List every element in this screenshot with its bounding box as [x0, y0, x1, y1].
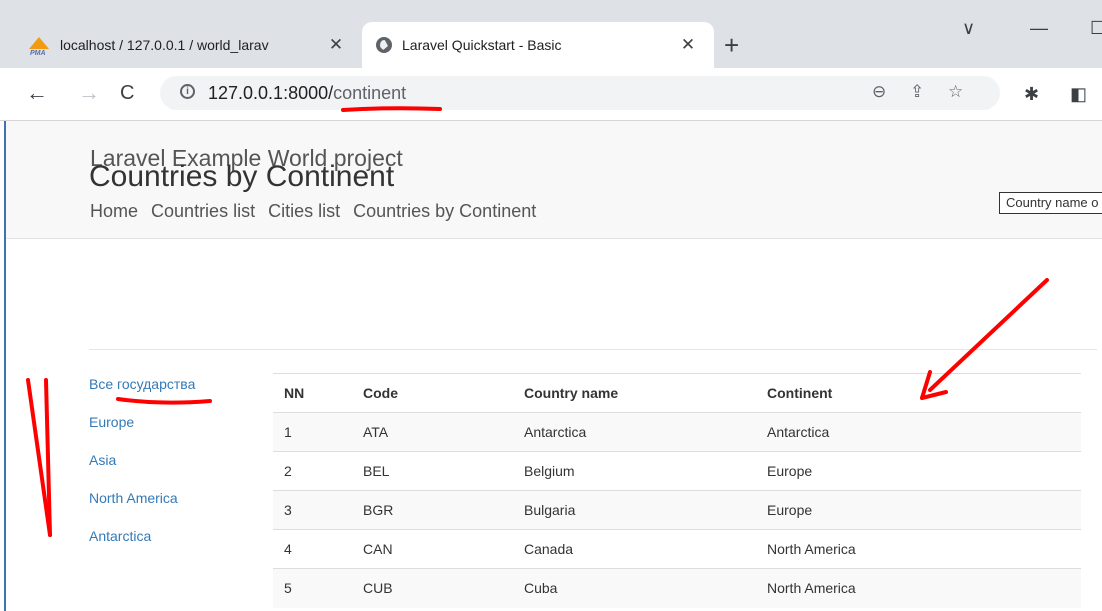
info-icon[interactable]: i [180, 84, 195, 99]
cell-code: CAN [352, 529, 513, 569]
tab-title: Laravel Quickstart - Basic [402, 37, 562, 53]
cell-continent: Europe [756, 451, 1081, 491]
continent-filter-list: Все государства Europe Asia North Americ… [89, 376, 195, 566]
cell-country: Antarctica [513, 412, 756, 452]
cell-country: Bulgaria [513, 490, 756, 530]
continent-link-north-america[interactable]: North America [89, 490, 195, 528]
globe-icon [376, 37, 392, 53]
table-row: 4 CAN Canada North America [273, 529, 1081, 569]
divider [89, 349, 1097, 350]
column-header: Country name [513, 373, 756, 413]
share-icon[interactable]: ⇪ [910, 82, 924, 102]
cell-nn: 3 [273, 490, 352, 530]
zoom-icon[interactable]: ⊖ [872, 82, 886, 102]
reload-button[interactable]: C [120, 78, 134, 108]
cell-continent: Antarctica [756, 412, 1081, 452]
page-content: Laravel Example World project Home Count… [0, 121, 1102, 611]
browser-toolbar: ← → C i 127.0.0.1:8000/continent ⊖ ⇪ ☆ ✱… [0, 68, 1102, 121]
nav-home[interactable]: Home [90, 201, 138, 221]
cell-nn: 5 [273, 568, 352, 608]
tab-laravel-quickstart[interactable]: Laravel Quickstart - Basic ✕ [362, 22, 714, 68]
continent-link-europe[interactable]: Europe [89, 414, 195, 452]
cell-continent: Europe [756, 490, 1081, 530]
tab-search-icon[interactable]: ∨ [962, 18, 975, 39]
close-icon[interactable]: ✕ [324, 35, 348, 55]
nav-countries-by-continent[interactable]: Countries by Continent [353, 201, 536, 221]
phpmyadmin-icon: PMA [28, 36, 50, 57]
minimize-button[interactable]: — [1030, 18, 1048, 39]
extensions-icon[interactable]: ✱ [1024, 84, 1039, 105]
close-icon[interactable]: ✕ [676, 35, 700, 55]
bookmark-star-icon[interactable]: ☆ [948, 82, 963, 102]
tab-strip: PMA localhost / 127.0.0.1 / world_larav … [0, 0, 1102, 68]
page-title: Countries by Continent [89, 160, 395, 193]
site-nav: Home Countries list Cities list Countrie… [90, 201, 544, 222]
countries-table: NN Code Country name Continent 1 ATA Ant… [273, 373, 1081, 608]
continent-link-antarctica[interactable]: Antarctica [89, 528, 195, 566]
url-text[interactable]: 127.0.0.1:8000/continent [208, 83, 406, 104]
nav-cities-list[interactable]: Cities list [268, 201, 340, 221]
cell-country: Cuba [513, 568, 756, 608]
cell-country: Belgium [513, 451, 756, 491]
cell-nn: 4 [273, 529, 352, 569]
table-row: 5 CUB Cuba North America [273, 568, 1081, 608]
table-row: 2 BEL Belgium Europe [273, 451, 1081, 491]
window-frame-edge [4, 121, 6, 611]
country-search-input[interactable]: Country name o [999, 192, 1102, 214]
table-row: 3 BGR Bulgaria Europe [273, 490, 1081, 530]
cell-nn: 1 [273, 412, 352, 452]
url-path: continent [333, 83, 407, 103]
column-header: Code [352, 373, 513, 413]
continent-link-all[interactable]: Все государства [89, 376, 195, 414]
cell-code: CUB [352, 568, 513, 608]
continent-link-asia[interactable]: Asia [89, 452, 195, 490]
forward-button[interactable]: → [78, 78, 100, 108]
cell-code: ATA [352, 412, 513, 452]
cell-code: BEL [352, 451, 513, 491]
column-header: Continent [756, 373, 1081, 413]
tab-title: localhost / 127.0.0.1 / world_larav [60, 37, 269, 53]
address-bar[interactable]: i 127.0.0.1:8000/continent ⊖ ⇪ ☆ [160, 76, 1000, 110]
cell-code: BGR [352, 490, 513, 530]
cell-continent: North America [756, 529, 1081, 569]
cell-country: Canada [513, 529, 756, 569]
url-host: 127.0.0.1:8000/ [208, 83, 334, 103]
cell-nn: 2 [273, 451, 352, 491]
column-header: NN [273, 373, 352, 413]
cell-continent: North America [756, 568, 1081, 608]
table-header-row: NN Code Country name Continent [273, 373, 1081, 413]
table-row: 1 ATA Antarctica Antarctica [273, 412, 1081, 452]
back-button[interactable]: ← [26, 78, 48, 108]
tab-phpmyadmin[interactable]: PMA localhost / 127.0.0.1 / world_larav … [14, 22, 362, 68]
maximize-button[interactable]: ☐ [1090, 18, 1102, 39]
side-panel-icon[interactable]: ◧ [1070, 84, 1087, 105]
new-tab-button[interactable]: + [724, 30, 739, 60]
nav-countries-list[interactable]: Countries list [151, 201, 255, 221]
